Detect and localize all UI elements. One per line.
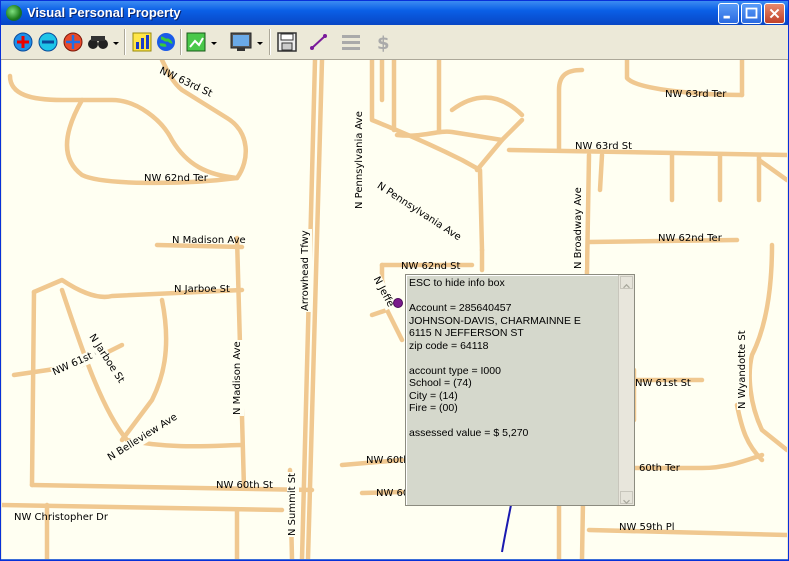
- info-box-text: ESC to hide info box Account = 285640457…: [409, 277, 581, 440]
- street-map[interactable]: NW 63rd St NW 62nd Ter N Madison Ave N J…: [2, 60, 787, 559]
- street-label: NW 60th St: [216, 480, 273, 491]
- monitor-icon[interactable]: [229, 30, 265, 54]
- street-label: N Madison Ave: [172, 235, 246, 246]
- zoom-out-icon[interactable]: [36, 30, 60, 54]
- list-icon[interactable]: [339, 30, 363, 54]
- scroll-down-icon[interactable]: [620, 491, 633, 505]
- street-label: NW Christopher Dr: [14, 512, 108, 523]
- info-line: JOHNSON-DAVIS, CHARMAINNE E: [409, 314, 581, 327]
- street-label: NW 61st St: [635, 378, 691, 389]
- property-marker[interactable]: [393, 298, 403, 308]
- info-line: ESC to hide info box: [409, 277, 505, 289]
- street-label: NW 62nd Ter: [144, 173, 208, 184]
- street-label: N Summit St: [287, 472, 299, 537]
- app-window: Visual Personal Property $ NW 63rd St NW…: [0, 0, 789, 561]
- street-label: Arrowhead Tfwy: [300, 229, 312, 312]
- info-line: 6115 N JEFFERSON ST: [409, 327, 524, 339]
- find-binoculars-icon[interactable]: [86, 30, 120, 54]
- svg-text:$: $: [377, 33, 390, 54]
- info-line: Fire = (00): [409, 402, 458, 414]
- info-line: assessed value = $ 5,270: [409, 427, 529, 439]
- globe-app-icon: [6, 5, 22, 21]
- street-label: N Pennsylvania Ave: [354, 110, 366, 210]
- globe-icon[interactable]: [154, 30, 178, 54]
- info-line: zip code = 64118: [409, 339, 489, 352]
- info-line: School = (74): [409, 377, 472, 389]
- minimize-button[interactable]: [718, 3, 739, 24]
- info-line: Account = 285640457: [409, 302, 512, 314]
- close-button[interactable]: [764, 3, 785, 24]
- info-line: City = (14): [409, 389, 458, 402]
- info-line: [409, 290, 581, 303]
- street-label: N Madison Ave: [232, 340, 244, 416]
- zoom-in-icon[interactable]: [11, 30, 35, 54]
- street-label: NW 63rd Ter: [665, 89, 727, 100]
- street-label: NW 60th: [366, 455, 410, 466]
- measure-icon[interactable]: [307, 30, 331, 54]
- title-bar[interactable]: Visual Personal Property: [1, 1, 788, 25]
- toolbar: $: [1, 25, 788, 60]
- street-label: N Wyandotte St: [737, 329, 749, 410]
- street-label: NW 62nd St: [401, 261, 461, 272]
- layer-icon[interactable]: [185, 30, 219, 54]
- street-label: NW 62nd Ter: [658, 233, 722, 244]
- road-network: [2, 60, 787, 559]
- info-line: account type = I000: [409, 364, 501, 377]
- info-box-scrollbar[interactable]: [618, 275, 634, 505]
- street-label: NW 63rd St: [575, 141, 633, 152]
- chart-icon[interactable]: [130, 30, 154, 54]
- scroll-up-icon[interactable]: [620, 276, 633, 289]
- info-line: [409, 352, 581, 365]
- save-icon[interactable]: [275, 30, 299, 54]
- window-title: Visual Personal Property: [27, 5, 181, 20]
- street-label: 60th Ter: [639, 463, 680, 474]
- maximize-button[interactable]: [741, 3, 762, 24]
- street-label: N Jarboe St: [174, 284, 230, 295]
- info-box[interactable]: ESC to hide info box Account = 285640457…: [405, 274, 635, 506]
- info-line: [409, 415, 581, 428]
- street-label: NW 59th Pl: [619, 522, 675, 533]
- dollar-icon[interactable]: $: [371, 30, 395, 54]
- pan-icon[interactable]: [61, 30, 85, 54]
- street-label: N Broadway Ave: [573, 186, 585, 270]
